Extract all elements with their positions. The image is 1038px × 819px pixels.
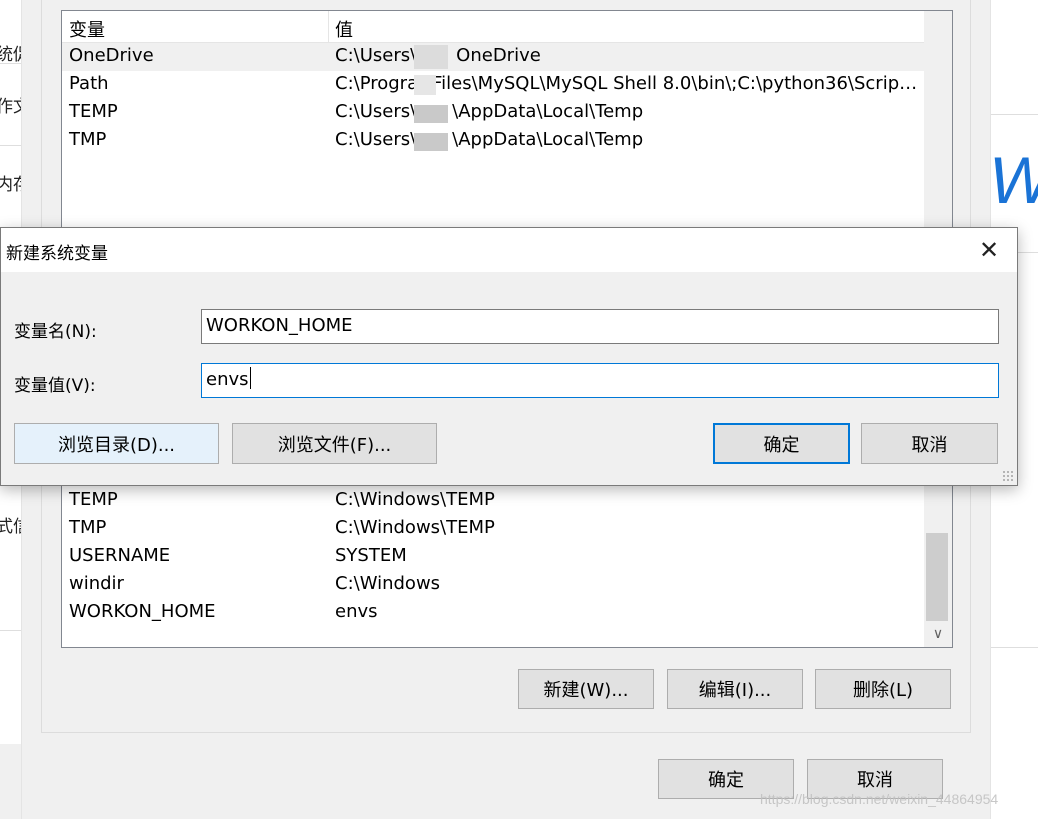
background-label: 内存 — [0, 170, 21, 195]
dialog-ok-button[interactable]: 确定 — [713, 423, 850, 464]
divider — [0, 145, 21, 146]
chevron-down-icon[interactable]: ∨ — [924, 621, 952, 647]
new-system-variable-dialog: 新建系统变量 ✕ 变量名(N): WORKON_HOME 变量值(V): env… — [0, 227, 1018, 486]
variable-name: TMP — [69, 129, 107, 150]
variable-name: TEMP — [69, 101, 118, 122]
divider — [0, 630, 21, 631]
table-row[interactable]: USERNAME SYSTEM — [62, 543, 924, 571]
variable-value: C:\Windows — [335, 573, 441, 594]
table-row[interactable]: OneDrive C:\Users\ OneDrive — [62, 43, 924, 71]
close-icon[interactable]: ✕ — [965, 232, 1013, 268]
column-header-name[interactable]: 变量 — [69, 16, 105, 42]
variable-value: envs — [335, 601, 378, 622]
background-footer — [0, 744, 21, 819]
new-variable-button[interactable]: 新建(W)... — [518, 669, 654, 709]
variable-name: OneDrive — [69, 45, 154, 66]
divider — [991, 647, 1038, 648]
system-variables-list[interactable]: TEMP C:\Windows\TEMP TMP C:\Windows\TEMP… — [61, 470, 953, 648]
browse-file-button[interactable]: 浏览文件(F)... — [232, 423, 437, 464]
background-label: 式信 — [0, 512, 21, 537]
variable-value: SYSTEM — [335, 545, 407, 566]
browse-directory-button[interactable]: 浏览目录(D)... — [14, 423, 219, 464]
scroll-thumb[interactable] — [926, 533, 948, 621]
variable-value-label: 变量值(V): — [14, 376, 96, 396]
redaction-mask — [414, 45, 448, 69]
dialog-titlebar[interactable]: 新建系统变量 ✕ — [1, 228, 1017, 272]
table-row[interactable]: Path C:\Progra Files\MySQL\MySQL Shell 8.… — [62, 71, 924, 99]
list-header: 变量 值 — [62, 11, 924, 43]
watermark: https://blog.csdn.net/weixin_44864954 — [760, 791, 999, 807]
divider — [0, 63, 21, 64]
resize-grip-icon[interactable] — [1002, 470, 1014, 482]
user-variables-list[interactable]: 变量 值 OneDrive C:\Users\ OneDrive Path C:\… — [61, 10, 953, 240]
dialog-cancel-button[interactable]: 取消 — [861, 423, 998, 464]
edit-variable-button[interactable]: 编辑(I)... — [667, 669, 803, 709]
column-divider[interactable] — [328, 11, 329, 43]
variable-value: C:\Windows\TEMP — [335, 489, 495, 510]
variable-name: USERNAME — [69, 545, 171, 566]
table-row[interactable]: TMP C:\Users\ \AppData\Local\Temp — [62, 127, 924, 155]
variable-name: Path — [69, 73, 109, 94]
delete-variable-button[interactable]: 删除(L) — [815, 669, 951, 709]
redaction-mask — [414, 133, 448, 151]
variable-name-label: 变量名(N): — [14, 322, 97, 342]
variable-name: WORKON_HOME — [69, 601, 216, 622]
table-row[interactable]: TMP C:\Windows\TEMP — [62, 515, 924, 543]
redaction-mask — [414, 105, 448, 123]
redaction-mask — [414, 75, 436, 95]
divider — [991, 114, 1038, 115]
variable-name: TMP — [69, 517, 107, 538]
dialog-title: 新建系统变量 — [6, 244, 108, 264]
vertical-scrollbar[interactable] — [924, 11, 952, 239]
background-label: 作文 — [0, 92, 21, 117]
variable-name: TEMP — [69, 489, 118, 510]
background-label: 统促 — [0, 40, 21, 65]
variable-value-input[interactable]: envs — [201, 363, 999, 398]
variable-name: windir — [69, 573, 124, 594]
text-caret — [249, 367, 251, 389]
table-row[interactable]: windir C:\Windows — [62, 571, 924, 599]
variable-name-input[interactable]: WORKON_HOME — [201, 309, 999, 344]
table-row[interactable]: TEMP C:\Windows\TEMP — [62, 487, 924, 515]
vertical-scrollbar[interactable]: ∨ — [924, 471, 952, 647]
table-row[interactable]: WORKON_HOME envs — [62, 599, 924, 627]
variable-value: C:\Windows\TEMP — [335, 517, 495, 538]
column-header-value[interactable]: 值 — [335, 16, 353, 42]
table-row[interactable]: TEMP C:\Users\ \AppData\Local\Temp — [62, 99, 924, 127]
background-logo-glyph: W — [991, 142, 1038, 218]
